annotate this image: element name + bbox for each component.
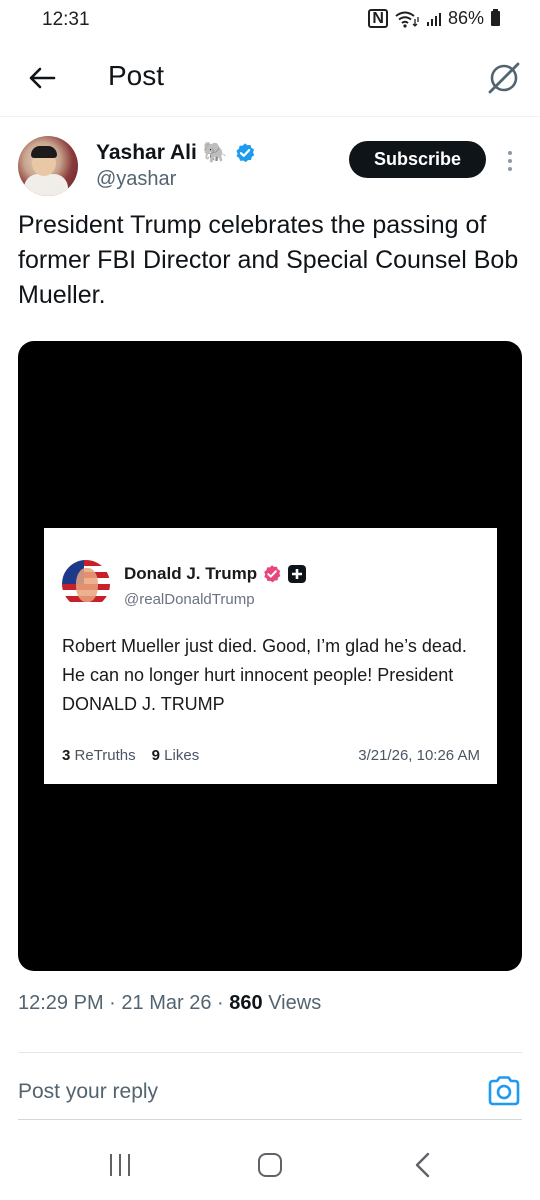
- camera-icon: [488, 1076, 520, 1106]
- more-dot: [508, 167, 512, 171]
- likes-stat: 9 Likes: [152, 747, 200, 764]
- views-label: Views: [268, 992, 322, 1014]
- post-date[interactable]: 21 Mar 26: [121, 992, 211, 1014]
- home-icon[interactable]: [258, 1153, 282, 1177]
- more-dot: [508, 151, 512, 155]
- status-bar: 12:31 N 86%: [0, 0, 540, 40]
- recents-bar: [128, 1154, 130, 1176]
- system-nav-bar: [0, 1132, 540, 1200]
- nfc-icon: N: [368, 9, 388, 28]
- retruths-label: ReTruths: [74, 747, 136, 764]
- embedded-timestamp: 3/21/26, 10:26 AM: [358, 747, 480, 764]
- grok-button[interactable]: [484, 58, 524, 98]
- likes-count: 9: [151, 747, 160, 764]
- signal-icon: [426, 12, 441, 26]
- back-chevron-icon[interactable]: [412, 1152, 434, 1178]
- views-count: 860: [229, 992, 263, 1014]
- reply-underline: [18, 1119, 522, 1120]
- elephant-emoji: 🐘: [202, 142, 228, 164]
- post-text: President Trump celebrates the passing o…: [18, 211, 519, 309]
- divider: [18, 1052, 522, 1053]
- recents-bar: [119, 1154, 121, 1176]
- likes-label: Likes: [164, 747, 200, 764]
- truth-plus-icon: [288, 565, 307, 583]
- author-handle[interactable]: @yashar: [96, 168, 176, 191]
- top-app-bar: Post: [0, 40, 540, 117]
- reply-input[interactable]: [18, 1076, 458, 1108]
- retruths-count: 3: [62, 747, 71, 764]
- embedded-name: Donald J. Trump: [124, 564, 258, 583]
- embedded-name-row: Donald J. Trump: [124, 564, 307, 584]
- post-meta: 12:29 PM · 21 Mar 26 · 860 Views: [18, 992, 321, 1015]
- status-time: 12:31: [42, 9, 90, 30]
- verified-badge-icon: [236, 142, 254, 162]
- arrow-left-icon: [29, 67, 56, 89]
- author-name: Yashar Ali: [96, 140, 197, 164]
- post-media-image[interactable]: Donald J. Trump @realDonaldTrump Robert …: [18, 341, 522, 971]
- battery-percent: 86%: [447, 8, 484, 28]
- truth-verified-badge-icon: [264, 565, 281, 583]
- recents-bar: [110, 1154, 112, 1176]
- page-title: Post: [108, 60, 165, 91]
- embedded-avatar: [62, 560, 110, 608]
- embedded-truth-card: Donald J. Trump @realDonaldTrump Robert …: [44, 528, 497, 784]
- wifi-icon: [395, 11, 419, 28]
- embedded-stats: 3 ReTruths 9 Likes: [62, 747, 199, 764]
- embedded-text: Robert Mueller just died. Good, I’m glad…: [62, 636, 467, 714]
- meta-separator: ·: [217, 992, 224, 1014]
- recents-icon[interactable]: [106, 1154, 134, 1176]
- embedded-footer: 3 ReTruths 9 Likes 3/21/26, 10:26 AM: [62, 747, 480, 764]
- retruths-stat: 3 ReTruths: [62, 747, 136, 764]
- meta-separator: ·: [109, 992, 116, 1014]
- author-name-row[interactable]: Yashar Ali 🐘: [96, 140, 256, 165]
- avatar-hair-shape: [31, 146, 57, 158]
- more-options-icon[interactable]: [500, 146, 520, 176]
- author-avatar[interactable]: [18, 136, 78, 196]
- back-button[interactable]: [24, 60, 60, 96]
- battery-icon: [491, 9, 500, 26]
- status-icons: N 86%: [368, 8, 500, 29]
- avatar-body-shape: [24, 174, 68, 196]
- embedded-handle: @realDonaldTrump: [124, 591, 255, 608]
- post-time[interactable]: 12:29 PM: [18, 992, 104, 1014]
- subscribe-button[interactable]: Subscribe: [349, 141, 486, 178]
- more-dot: [508, 159, 512, 163]
- camera-button[interactable]: [486, 1074, 522, 1108]
- grok-slash-circle-icon: [488, 62, 520, 94]
- avatar-face-shape: [76, 568, 98, 602]
